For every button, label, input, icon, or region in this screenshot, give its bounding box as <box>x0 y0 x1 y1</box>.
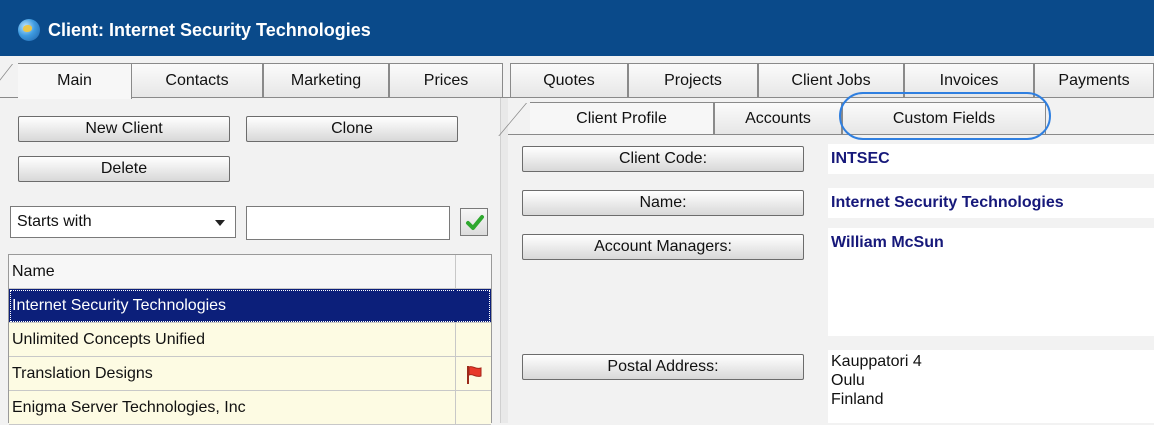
column-header-name[interactable]: Name <box>9 255 455 288</box>
name-button[interactable]: Name: <box>522 190 804 216</box>
flag-cell <box>455 357 491 390</box>
filter-mode-value: Starts with <box>17 213 92 230</box>
client-name-cell: Enigma Server Technologies, Inc <box>12 399 246 416</box>
flag-cell <box>455 391 491 424</box>
tab-custom-fields[interactable]: Custom Fields <box>842 102 1046 134</box>
panel-splitter[interactable] <box>500 98 508 423</box>
address-line-city: Oulu <box>831 372 865 389</box>
table-row[interactable]: Unlimited Concepts Unified <box>9 323 491 357</box>
table-row[interactable]: Translation Designs <box>9 357 491 391</box>
checkmark-icon <box>466 215 484 230</box>
tab-client-jobs[interactable]: Client Jobs <box>758 63 904 98</box>
client-code-button[interactable]: Client Code: <box>522 146 804 172</box>
filter-mode-select[interactable]: Starts with <box>10 206 236 238</box>
tab-marketing[interactable]: Marketing <box>263 63 389 98</box>
tab-payments[interactable]: Payments <box>1034 63 1154 98</box>
globe-icon <box>18 19 40 41</box>
window-title: Client: Internet Security Technologies <box>48 20 371 40</box>
account-managers-value: William McSun <box>828 228 1154 336</box>
new-client-button[interactable]: New Client <box>18 116 230 142</box>
dropdown-arrow-icon <box>215 220 225 226</box>
tab-prices[interactable]: Prices <box>389 63 503 98</box>
address-line-country: Finland <box>831 391 884 408</box>
flag-cell <box>455 289 491 322</box>
column-header-flag <box>455 255 491 288</box>
postal-address-button[interactable]: Postal Address: <box>522 354 804 380</box>
client-code-value: INTSEC <box>828 144 1154 174</box>
client-list-panel: New Client Clone Delete Starts with Name… <box>0 98 500 425</box>
flag-cell <box>455 323 491 356</box>
main-tab-bar: Main Contacts Marketing Prices Quotes Pr… <box>0 56 1154 99</box>
red-flag-icon <box>467 366 482 384</box>
tab-accounts[interactable]: Accounts <box>714 102 842 134</box>
table-header-row: Name <box>9 255 491 289</box>
delete-button[interactable]: Delete <box>18 156 230 182</box>
table-row[interactable]: Internet Security Technologies <box>9 289 491 323</box>
tab-main[interactable]: Main <box>18 63 132 99</box>
clone-button[interactable]: Clone <box>246 116 458 142</box>
address-line-street: Kauppatori 4 <box>831 353 922 370</box>
title-bar: Client: Internet Security Technologies <box>0 0 1154 56</box>
client-name-cell: Unlimited Concepts Unified <box>12 331 205 348</box>
postal-address-value: Kauppatori 4 Oulu Finland <box>828 350 1154 423</box>
apply-filter-button[interactable] <box>460 208 488 236</box>
tab-projects[interactable]: Projects <box>628 63 758 98</box>
client-name-value: Internet Security Technologies <box>828 188 1154 218</box>
tab-contacts[interactable]: Contacts <box>131 63 263 98</box>
client-name-cell: Internet Security Technologies <box>12 297 227 314</box>
client-table: Name Internet Security Technologies Unli… <box>8 254 492 425</box>
account-managers-button[interactable]: Account Managers: <box>522 234 804 260</box>
search-input[interactable] <box>246 206 450 240</box>
tab-client-profile[interactable]: Client Profile <box>530 102 714 134</box>
table-row[interactable]: Enigma Server Technologies, Inc <box>9 391 491 425</box>
client-name-cell: Translation Designs <box>12 365 153 382</box>
client-details-panel: Client Profile Accounts Custom Fields Cl… <box>508 92 1154 423</box>
tab-invoices[interactable]: Invoices <box>904 63 1034 98</box>
tab-quotes[interactable]: Quotes <box>510 63 628 98</box>
